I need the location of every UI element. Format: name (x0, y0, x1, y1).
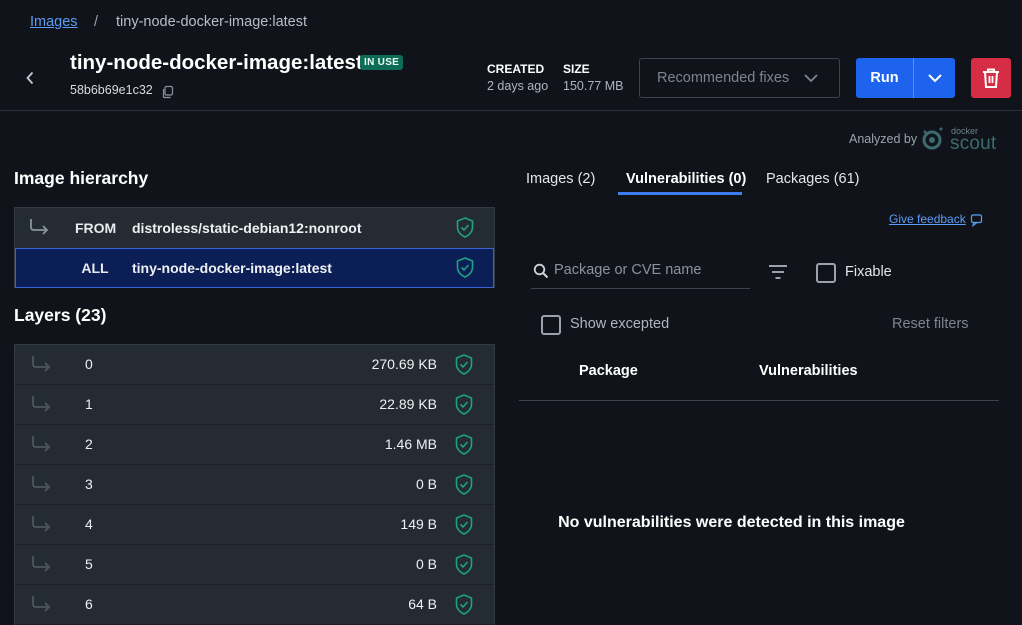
run-button[interactable]: Run (856, 58, 913, 98)
shield-check-icon (455, 354, 473, 375)
run-button-group: Run (856, 58, 955, 98)
hierarchy-kind: FROM (75, 220, 117, 236)
subdirectory-arrow-icon (32, 476, 51, 492)
recommended-fixes-button[interactable]: Recommended fixes (639, 58, 840, 98)
layer-size: 0 B (415, 556, 437, 572)
layer-row[interactable]: 4 149 B (15, 505, 494, 545)
layer-row[interactable]: 6 64 B (15, 585, 494, 625)
layers-list: 0 270.69 KB 1 22.89 KB 2 1.46 MB 3 0 B 4 149 B 5 0 … (14, 344, 495, 625)
copy-icon[interactable] (161, 85, 175, 99)
hierarchy-row-from[interactable]: FROM distroless/static-debian12:nonroot (15, 208, 494, 248)
layer-index: 5 (85, 556, 93, 572)
run-options-button[interactable] (914, 58, 955, 98)
layer-index: 0 (85, 356, 93, 372)
hierarchy-image-name: tiny-node-docker-image:latest (132, 260, 332, 276)
column-header-vulnerabilities[interactable]: Vulnerabilities (759, 363, 858, 379)
docker-scout-logo-icon (922, 127, 943, 150)
reset-filters-button[interactable]: Reset filters (892, 316, 969, 332)
fixable-checkbox[interactable] (816, 263, 836, 283)
created-label: CREATED (487, 62, 545, 76)
shield-check-icon (455, 514, 473, 535)
recommended-fixes-label: Recommended fixes (657, 70, 790, 86)
scout-wordmark: scout (950, 133, 997, 154)
search-icon (533, 263, 549, 279)
image-digest: 58b6b69e1c32 (70, 83, 153, 97)
trash-icon (983, 68, 999, 88)
search-input[interactable]: Package or CVE name (531, 254, 750, 289)
subdirectory-arrow-icon (32, 516, 51, 532)
chevron-left-icon (26, 71, 34, 85)
breadcrumb-separator: / (94, 14, 99, 30)
analyzed-by-label: Analyzed by (849, 132, 918, 146)
breadcrumb-images-link[interactable]: Images (30, 14, 78, 30)
size-label: SIZE (563, 62, 590, 76)
shield-check-icon (456, 257, 474, 278)
tab-packages[interactable]: Packages (61) (766, 171, 860, 187)
tab-images[interactable]: Images (2) (526, 171, 595, 187)
page-title: tiny-node-docker-image:latest (70, 51, 363, 74)
delete-button[interactable] (971, 58, 1011, 98)
breadcrumb-current: tiny-node-docker-image:latest (116, 14, 308, 30)
search-placeholder: Package or CVE name (554, 262, 702, 278)
layer-index: 1 (85, 396, 93, 412)
shield-check-icon (456, 217, 474, 238)
subdirectory-arrow-icon (30, 219, 49, 235)
layer-size: 0 B (415, 476, 437, 492)
show-excepted-label: Show excepted (570, 316, 670, 332)
layer-size: 22.89 KB (379, 396, 437, 412)
layer-index: 2 (85, 436, 93, 452)
active-tab-indicator (618, 192, 742, 195)
show-excepted-checkbox[interactable] (541, 315, 561, 335)
column-header-package[interactable]: Package (579, 363, 638, 379)
shield-check-icon (455, 394, 473, 415)
layer-row[interactable]: 5 0 B (15, 545, 494, 585)
shield-check-icon (455, 474, 473, 495)
layer-row[interactable]: 1 22.89 KB (15, 385, 494, 425)
layer-index: 3 (85, 476, 93, 492)
layer-row[interactable]: 3 0 B (15, 465, 494, 505)
give-feedback-link[interactable]: Give feedback (889, 212, 966, 226)
shield-check-icon (455, 594, 473, 615)
subdirectory-arrow-icon (32, 436, 51, 452)
subdirectory-arrow-icon (32, 556, 51, 572)
filter-icon[interactable] (768, 264, 788, 280)
layers-title: Layers (23) (14, 305, 107, 325)
chevron-down-icon (804, 74, 818, 83)
layer-index: 6 (85, 596, 93, 612)
shield-check-icon (455, 554, 473, 575)
back-button[interactable] (18, 64, 42, 92)
empty-state-message: No vulnerabilities were detected in this… (558, 514, 905, 531)
chevron-down-icon (927, 74, 942, 83)
feedback-icon[interactable] (970, 213, 984, 227)
subdirectory-arrow-icon (32, 596, 51, 612)
table-header-divider (519, 400, 999, 401)
image-hierarchy-list: FROM distroless/static-debian12:nonroot … (14, 207, 495, 288)
layer-row[interactable]: 0 270.69 KB (15, 345, 494, 385)
subdirectory-arrow-icon (32, 356, 51, 372)
hierarchy-image-name: distroless/static-debian12:nonroot (132, 220, 362, 236)
created-value: 2 days ago (487, 79, 549, 93)
in-use-badge: IN USE (360, 55, 404, 70)
layer-size: 149 B (400, 516, 437, 532)
image-hierarchy-title: Image hierarchy (14, 168, 149, 188)
header-divider (0, 110, 1022, 111)
layer-index: 4 (85, 516, 93, 532)
layer-size: 270.69 KB (371, 356, 437, 372)
layer-row[interactable]: 2 1.46 MB (15, 425, 494, 465)
hierarchy-row-all[interactable]: ALL tiny-node-docker-image:latest (15, 248, 494, 288)
size-value: 150.77 MB (563, 79, 624, 93)
layer-size: 1.46 MB (384, 436, 437, 452)
shield-check-icon (455, 434, 473, 455)
tab-vulnerabilities[interactable]: Vulnerabilities (0) (626, 171, 746, 187)
subdirectory-arrow-icon (32, 396, 51, 412)
hierarchy-kind: ALL (81, 260, 109, 276)
fixable-label: Fixable (845, 264, 892, 280)
layer-size: 64 B (408, 596, 437, 612)
